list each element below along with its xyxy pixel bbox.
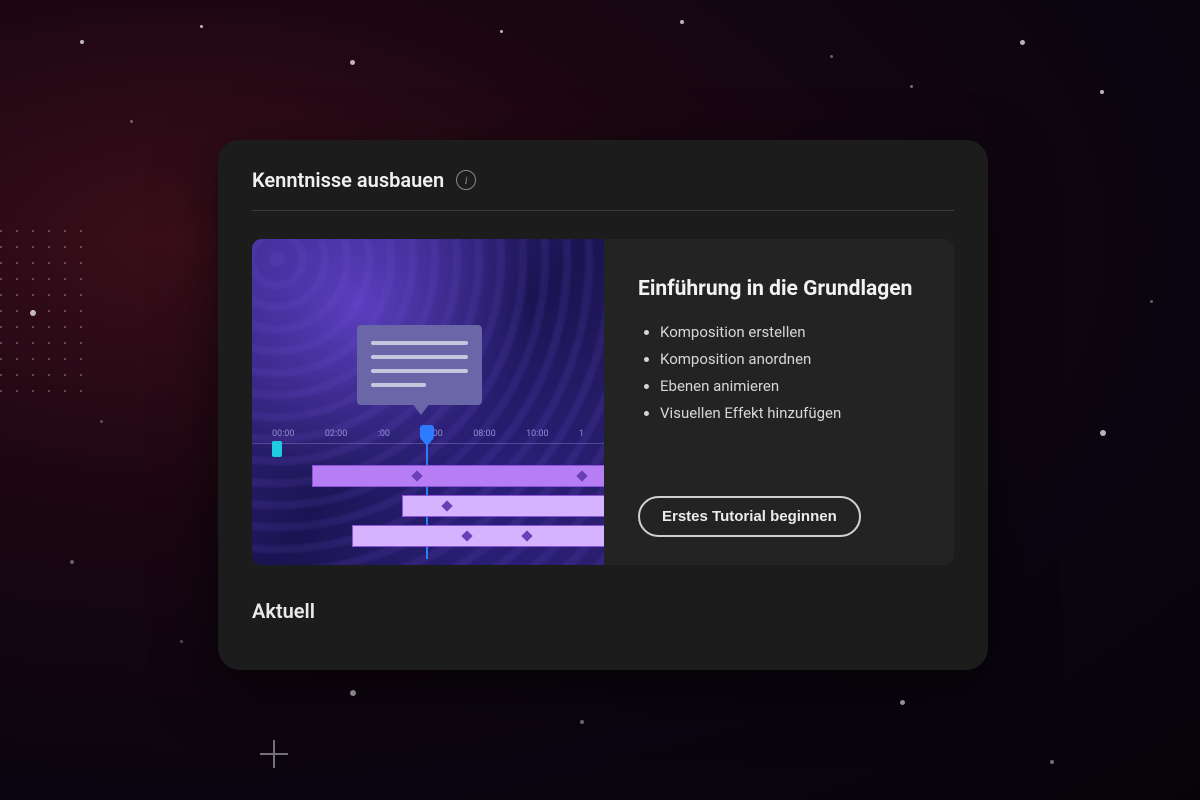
tutorial-card[interactable]: 00:00 02:00 :00 06:00 08:00 10:00 1 (252, 239, 954, 565)
bg-star (1150, 300, 1153, 303)
timeline-tick: 00:00 (272, 429, 294, 439)
info-icon[interactable]: i (456, 170, 476, 190)
bg-star (680, 20, 684, 24)
bg-star (200, 25, 203, 28)
timeline-playhead-icon (420, 425, 434, 446)
timeline-tick: 1 (579, 429, 584, 439)
bg-star (350, 690, 356, 696)
section-label-recent: Aktuell (252, 599, 954, 623)
bg-star (1020, 40, 1025, 45)
tutorial-thumbnail: 00:00 02:00 :00 06:00 08:00 10:00 1 (252, 239, 604, 565)
bg-star (580, 720, 584, 724)
card-header: Kenntnisse ausbauen i (252, 168, 954, 211)
bg-star (180, 640, 183, 643)
bg-star (500, 30, 503, 33)
tutorial-text-panel: Einführung in die Grundlagen Komposition… (604, 239, 954, 565)
bg-star (80, 40, 84, 44)
bg-star (130, 120, 133, 123)
thumbnail-tooltip-tail (412, 403, 430, 415)
timeline-tick: 08:00 (473, 429, 495, 439)
info-icon-glyph: i (465, 173, 468, 188)
timeline-start-marker (272, 441, 282, 457)
start-tutorial-button[interactable]: Erstes Tutorial beginnen (638, 496, 861, 537)
timeline-track (402, 495, 604, 517)
card-title: Kenntnisse ausbauen (252, 168, 444, 192)
bg-star (900, 700, 905, 705)
timeline-tick: 02:00 (325, 429, 347, 439)
tutorial-bullet: Komposition anordnen (660, 346, 920, 373)
bg-star (910, 85, 913, 88)
bg-star (1100, 430, 1106, 436)
tutorial-title: Einführung in die Grundlagen (638, 277, 920, 301)
tutorial-bullet: Komposition erstellen (660, 319, 920, 346)
tutorial-bullet: Ebenen animieren (660, 373, 920, 400)
skills-card: Kenntnisse ausbauen i 00:00 02:00 :00 06… (218, 140, 988, 670)
bg-star (350, 60, 355, 65)
timeline-track (352, 525, 604, 547)
timeline-tick: :00 (378, 429, 390, 439)
tutorial-bullet: Visuellen Effekt hinzufügen (660, 400, 920, 427)
thumbnail-tooltip-icon (357, 325, 482, 405)
thumbnail-timeline: 00:00 02:00 :00 06:00 08:00 10:00 1 (252, 429, 604, 444)
bg-star (1050, 760, 1054, 764)
bg-star (830, 55, 833, 58)
bg-plus-decoration (260, 740, 288, 768)
bg-star (70, 560, 74, 564)
bg-star (100, 420, 103, 423)
bg-dot-grid (0, 230, 100, 410)
tutorial-bullet-list: Komposition erstellen Komposition anordn… (638, 319, 920, 427)
timeline-track (312, 465, 604, 487)
timeline-tick: 10:00 (526, 429, 548, 439)
bg-star (1100, 90, 1104, 94)
